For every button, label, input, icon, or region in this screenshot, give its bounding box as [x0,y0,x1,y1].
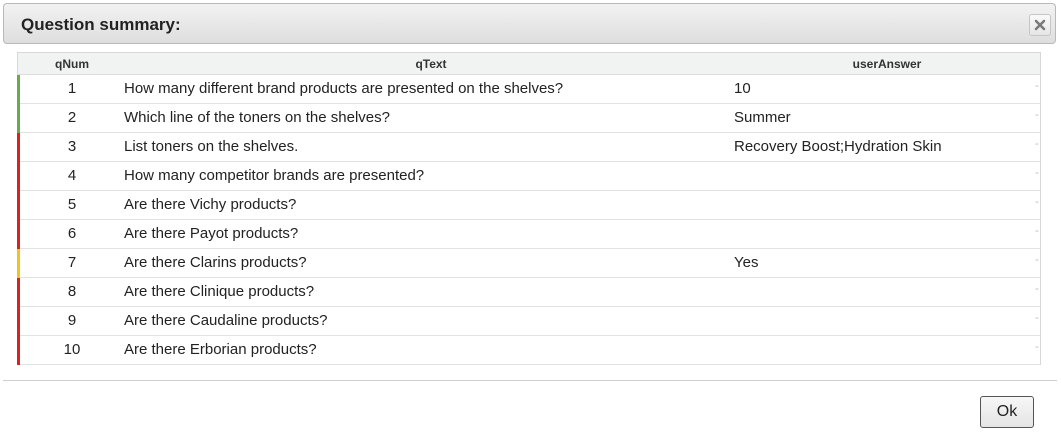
cell-useranswer: Yes [734,254,759,271]
cell-useranswer: Summer [734,109,791,126]
cell-qtext: Are there Clinique products? [124,283,315,300]
cell-trailing-mark: - [1035,225,1039,237]
cell-trailing-mark: - [1035,138,1039,150]
cell-qtext: List toners on the shelves. [124,138,299,155]
cell-qnum: 5 [67,196,77,213]
close-x-icon [1034,19,1046,31]
cell-qtext: Are there Caudaline products? [124,312,328,329]
table-row[interactable]: 10 Are there Erborian products? - [17,336,1040,365]
table-row[interactable]: 9 Are there Caudaline products? - [17,307,1040,336]
cell-trailing-mark: - [1035,167,1039,179]
cell-trailing-mark: - [1035,341,1039,353]
cell-qnum: 7 [67,254,77,271]
dialog-title: Question summary: [21,15,181,34]
table-row[interactable]: 5 Are there Vichy products? - [17,191,1040,220]
table-row[interactable]: 8 Are there Clinique products? - [17,278,1040,307]
cell-qnum: 10 [63,341,81,358]
cell-qnum: 9 [67,312,77,329]
grid-header-row: qNum qText userAnswer [18,53,1040,75]
cell-trailing-mark: - [1035,254,1039,266]
cell-qtext: Are there Payot products? [124,225,299,242]
cell-qnum: 1 [67,80,77,97]
cell-trailing-mark: - [1035,196,1039,208]
cell-qnum: 8 [67,283,77,300]
cell-trailing-mark: - [1035,312,1039,324]
cell-qtext: Are there Clarins products? [124,254,307,271]
cell-qtext: Are there Erborian products? [124,341,317,358]
table-row[interactable]: 7 Are there Clarins products? Yes - [17,249,1040,278]
cell-trailing-mark: - [1035,283,1039,295]
cell-qtext: How many different brand products are pr… [124,80,564,97]
table-row[interactable]: 1 How many different brand products are p… [17,75,1040,104]
cell-qnum: 6 [67,225,77,242]
table-row[interactable]: 4 How many competitor brands are presente… [17,162,1040,191]
grid-body: 1 How many different brand products are p… [17,75,1040,365]
question-grid: qNum qText userAnswer 1 How many differen… [17,52,1041,365]
ok-button[interactable]: Ok [980,396,1034,428]
cell-qtext: Which line of the toners on the shelves? [124,109,390,126]
question-summary-dialog: Question summary: qNum qText userAnswer … [0,0,1061,439]
table-row[interactable]: 6 Are there Payot products? - [17,220,1040,249]
cell-qtext: Are there Vichy products? [124,196,297,213]
table-row[interactable]: 3 List toners on the shelves. Recovery Boo… [17,133,1040,162]
column-header-qnum[interactable]: qNum [18,57,126,71]
cell-trailing-mark: - [1035,109,1039,121]
cell-qnum: 4 [67,167,77,184]
footer-divider [3,380,1057,381]
cell-useranswer: Recovery Boost;Hydration Skin [734,138,942,155]
cell-qtext: How many competitor brands are presented… [124,167,425,184]
cell-qnum: 2 [67,109,77,126]
close-button[interactable] [1029,14,1051,36]
column-header-useranswer[interactable]: userAnswer [736,57,1038,71]
cell-qnum: 3 [67,138,77,155]
column-header-qtext[interactable]: qText [126,57,736,71]
dialog-titlebar: Question summary: [3,3,1056,44]
cell-useranswer: 10 [734,80,751,97]
table-row[interactable]: 2 Which line of the toners on the shelves… [17,104,1040,133]
cell-trailing-mark: - [1035,80,1039,92]
